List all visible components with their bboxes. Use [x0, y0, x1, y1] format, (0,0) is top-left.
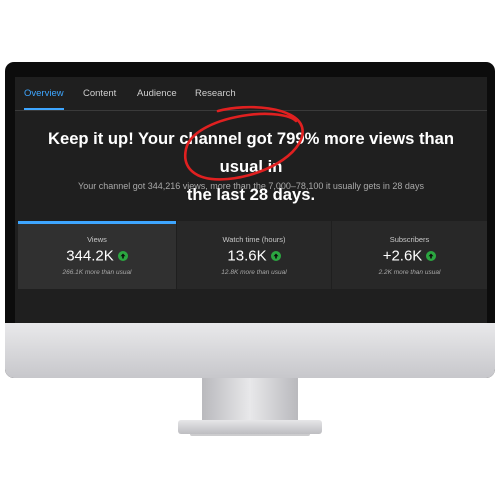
tab-bar: Overview Content Audience Research [15, 77, 487, 111]
metric-card-subscribers[interactable]: Subscribers +2.6K 2.2K more than usual [332, 221, 487, 289]
arrow-up-circle-icon [270, 250, 281, 261]
arrow-up-circle-icon [117, 250, 128, 261]
headline: Keep it up! Your channel got 799% more v… [25, 125, 477, 209]
metric-cards: Views 344.2K 266.1K more than usual Watc… [18, 221, 487, 289]
monitor-stand-neck [202, 378, 298, 426]
monitor-chin [5, 323, 495, 378]
metric-label: Watch time (hours) [222, 235, 286, 244]
headline-line-1: Keep it up! Your channel got 799% more v… [47, 129, 455, 176]
metric-value: +2.6K [382, 247, 423, 265]
arrow-up-circle-icon [426, 250, 437, 261]
screen: Overview Content Audience Research Keep … [15, 77, 487, 323]
metric-label: Views [87, 235, 107, 244]
metric-sub: 2.2K more than usual [378, 269, 441, 276]
tab-overview[interactable]: Overview [24, 77, 64, 110]
monitor-stand-base [178, 420, 322, 434]
metric-value: 13.6K [227, 247, 267, 265]
tab-content[interactable]: Content [83, 77, 116, 110]
metric-card-watch-time[interactable]: Watch time (hours) 13.6K 12.8K more than… [177, 221, 331, 289]
metric-value: 344.2K [66, 247, 114, 265]
metric-label: Subscribers [389, 235, 430, 244]
tab-research[interactable]: Research [195, 77, 236, 110]
summary-text: Your channel got 344,216 views, more tha… [78, 181, 424, 191]
metric-card-views[interactable]: Views 344.2K 266.1K more than usual [18, 221, 176, 289]
metric-sub: 266.1K more than usual [62, 269, 132, 276]
tab-audience[interactable]: Audience [137, 77, 177, 110]
metric-sub: 12.8K more than usual [221, 269, 287, 276]
